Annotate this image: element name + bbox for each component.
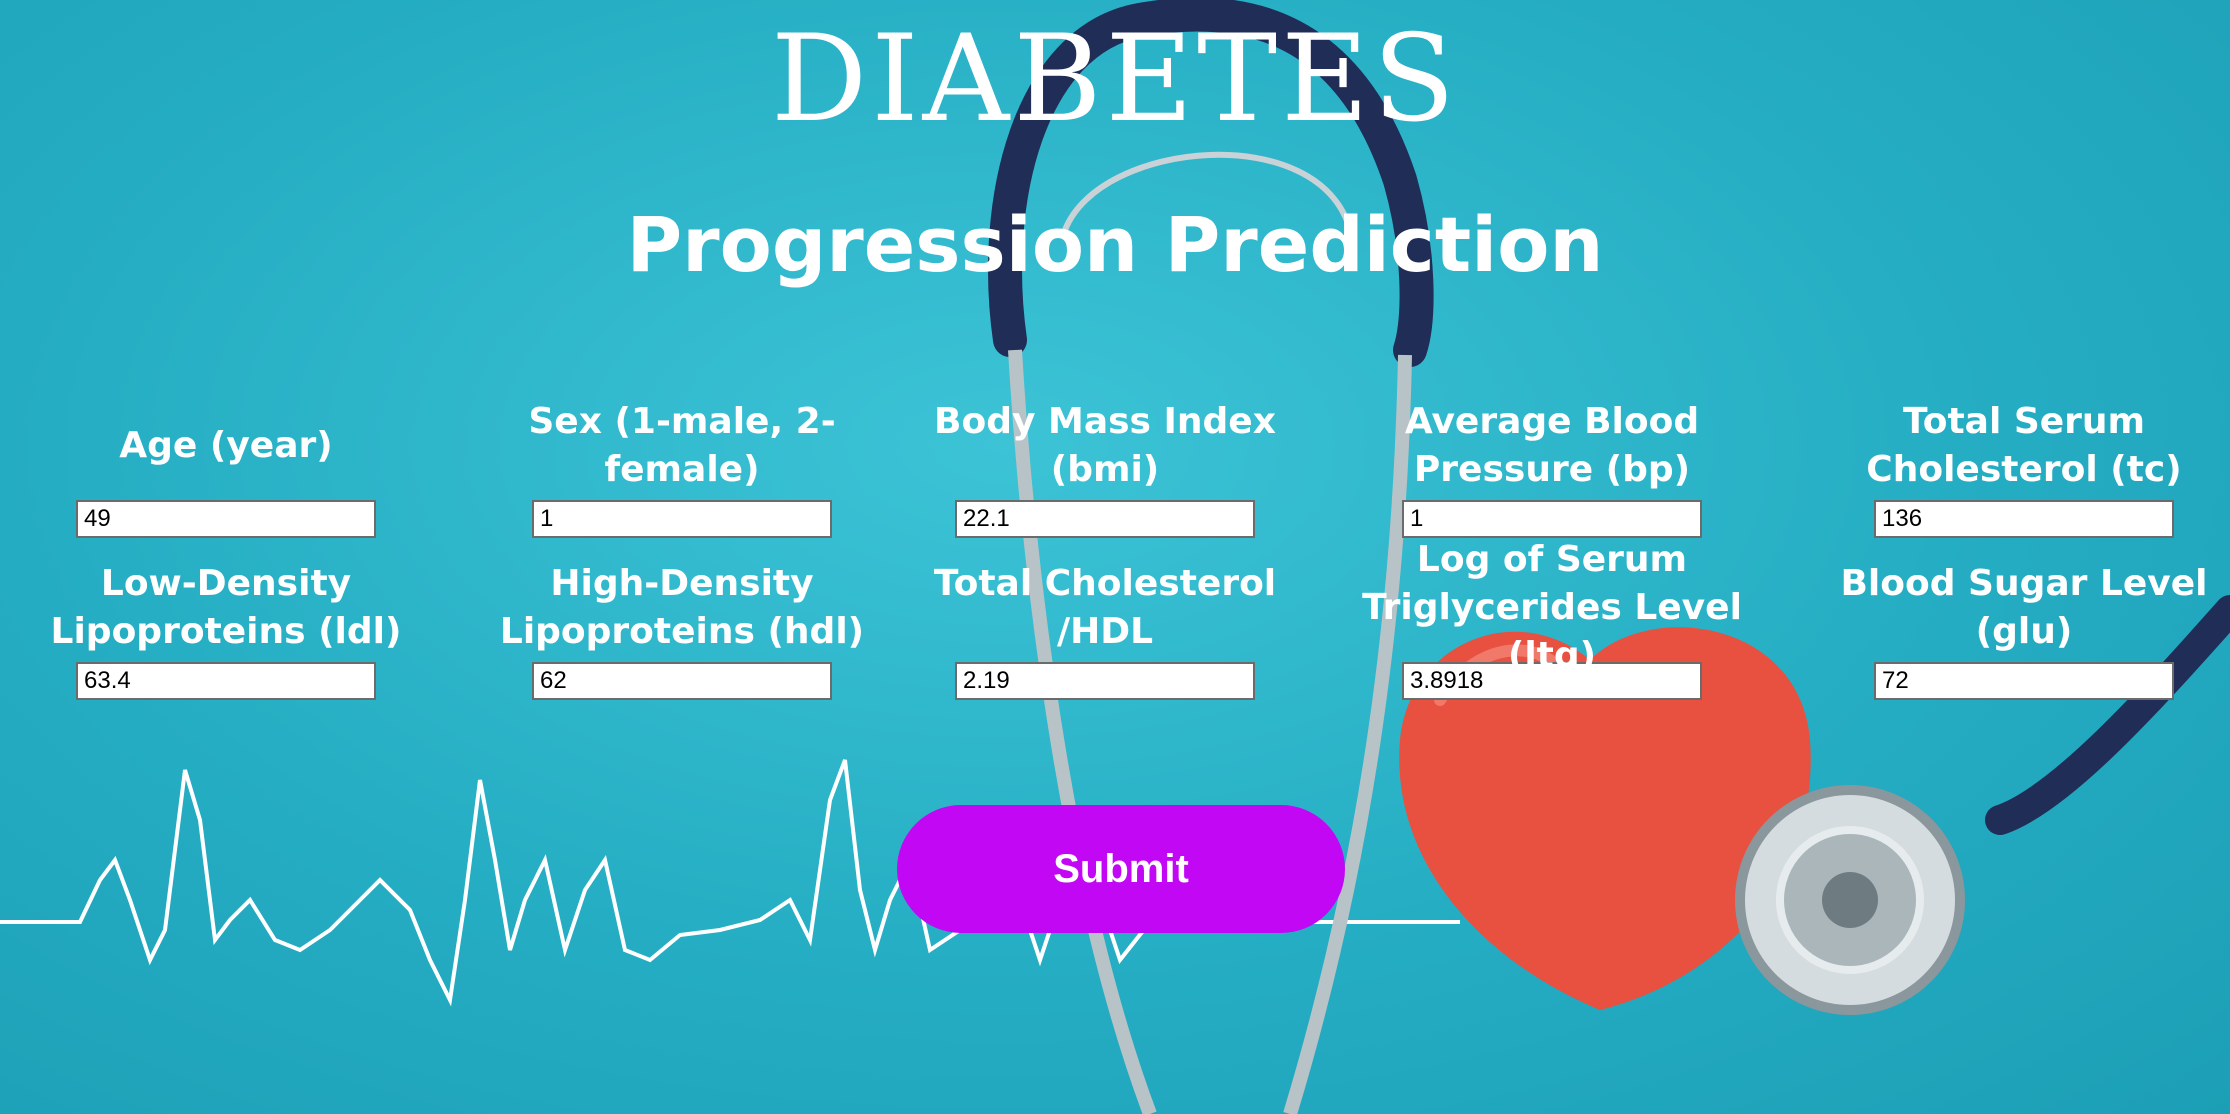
page-subtitle: Progression Prediction	[626, 200, 1604, 289]
field-bp: Average Blood Pressure (bp)	[1342, 398, 1762, 538]
field-label: Average Blood Pressure (bp)	[1404, 401, 1700, 490]
submit-button[interactable]: Submit	[897, 805, 1345, 933]
field-ldl: Low-Density Lipoproteins (ldl)	[16, 560, 436, 700]
bmi-input[interactable]	[955, 500, 1255, 538]
medical-illustration	[0, 0, 2230, 1114]
field-bmi: Body Mass Index (bmi)	[895, 398, 1315, 538]
field-glu: Blood Sugar Level (glu)	[1814, 560, 2230, 700]
field-tc: Total Serum Cholesterol (tc)	[1814, 398, 2230, 538]
field-label: High-Density Lipoproteins (hdl)	[499, 563, 865, 652]
field-ltg: Log of Serum Triglycerides Level (ltg)	[1342, 539, 1762, 700]
field-sex: Sex (1-male, 2-female)	[472, 398, 892, 538]
field-label: Blood Sugar Level (glu)	[1840, 563, 2208, 652]
field-label: Low-Density Lipoproteins (ldl)	[50, 563, 402, 652]
field-label: Age (year)	[119, 425, 333, 466]
age-input[interactable]	[76, 500, 376, 538]
background-image	[0, 0, 2230, 1114]
field-label: Total Serum Cholesterol (tc)	[1866, 401, 2182, 490]
field-label: Sex (1-male, 2-female)	[528, 401, 836, 490]
sex-input[interactable]	[532, 500, 832, 538]
field-label: Log of Serum Triglycerides Level (ltg)	[1362, 539, 1742, 676]
field-label: Body Mass Index (bmi)	[934, 401, 1276, 490]
bp-input[interactable]	[1402, 500, 1702, 538]
field-label: Total Cholesterol /HDL	[933, 563, 1277, 652]
tch-input[interactable]	[955, 662, 1255, 700]
field-tch: Total Cholesterol /HDL	[895, 560, 1315, 700]
glu-input[interactable]	[1874, 662, 2174, 700]
field-hdl: High-Density Lipoproteins (hdl)	[472, 560, 892, 700]
hdl-input[interactable]	[532, 662, 832, 700]
tc-input[interactable]	[1874, 500, 2174, 538]
field-age: Age (year)	[16, 398, 436, 538]
ldl-input[interactable]	[76, 662, 376, 700]
page-title: DIABETES	[771, 10, 1459, 149]
